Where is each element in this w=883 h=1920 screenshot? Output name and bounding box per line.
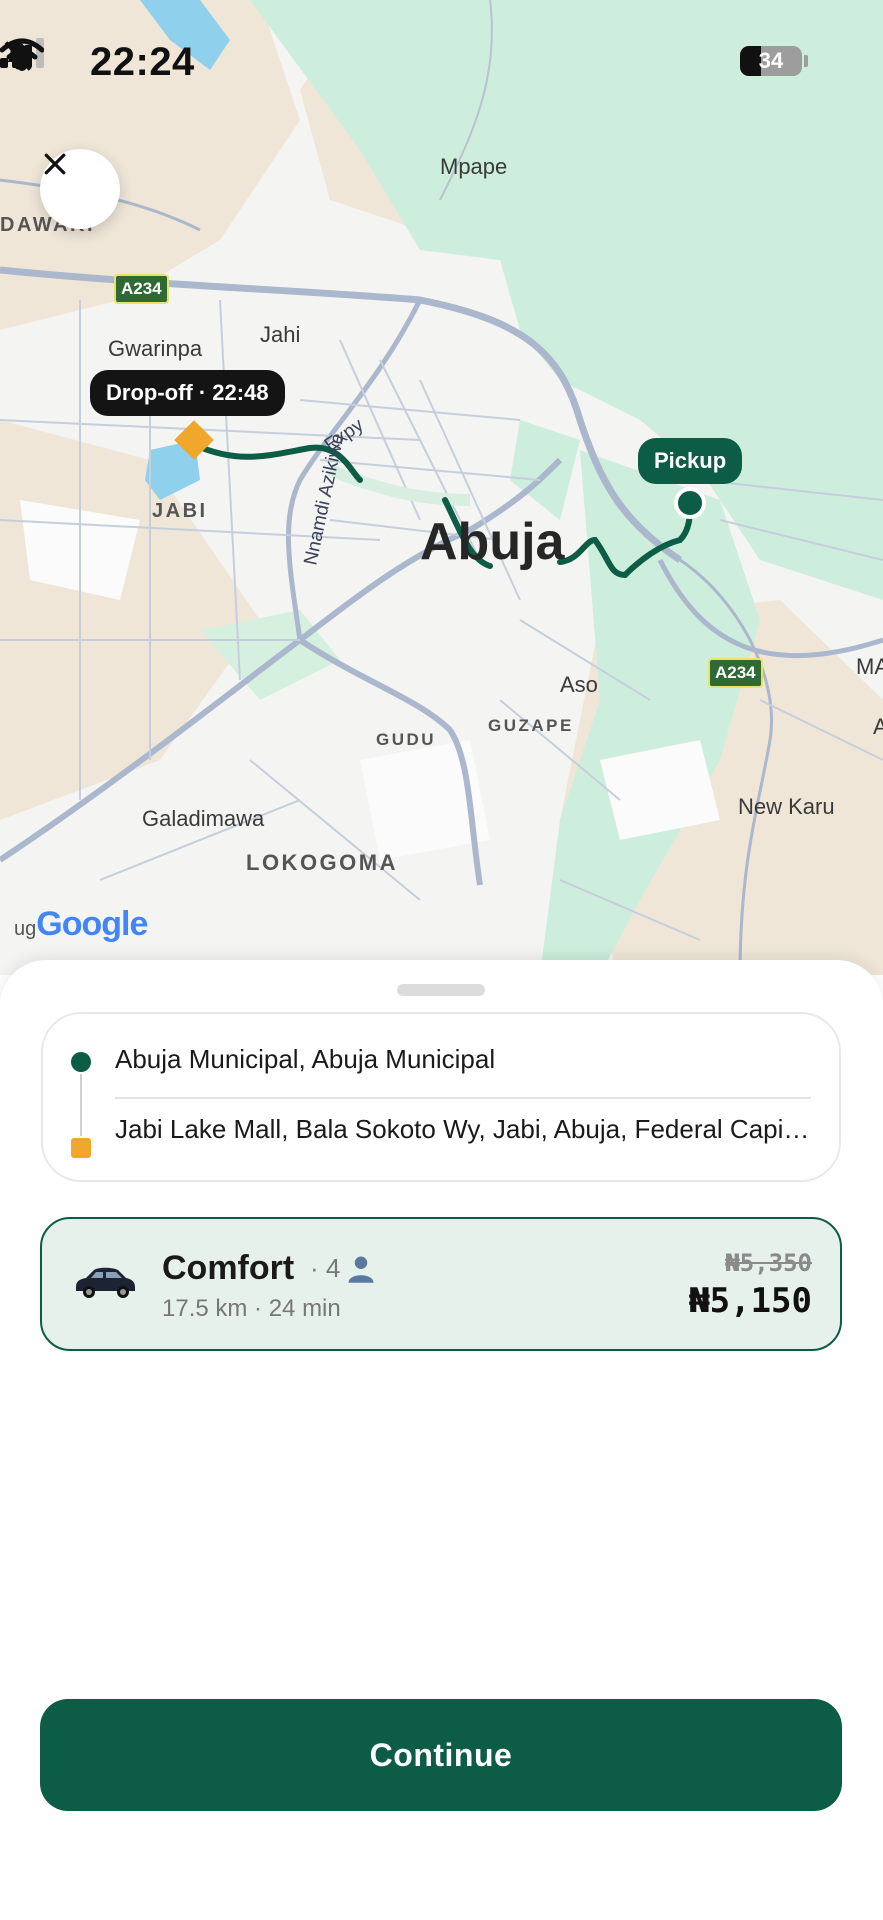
close-button[interactable]: [40, 149, 120, 229]
map-view[interactable]: Nnamdi Azikiwe Expy Mpape DAWAKI Gwarinp…: [0, 0, 883, 975]
map-canvas: Nnamdi Azikiwe Expy: [0, 0, 883, 975]
place-label: JABI: [152, 500, 208, 522]
ride-name: Comfort: [162, 1249, 295, 1287]
route-connector: [80, 1074, 82, 1136]
place-label: New Karu: [738, 794, 835, 819]
pickup-address[interactable]: Abuja Municipal, Abuja Municipal: [115, 1044, 811, 1075]
route-divider: [115, 1097, 811, 1099]
place-label: Mpape: [440, 154, 508, 179]
sheet-drag-handle[interactable]: [397, 984, 485, 996]
place-label: GUDU: [376, 730, 437, 749]
road-badge: A234: [708, 658, 763, 688]
car-icon: [76, 1267, 135, 1298]
close-icon: [44, 153, 66, 175]
road-badge: A234: [114, 274, 169, 304]
dropoff-square-icon: [71, 1138, 91, 1158]
pickup-marker: [674, 487, 706, 519]
pickup-dot-icon: [71, 1052, 91, 1072]
pickup-tag: Pickup: [638, 438, 743, 484]
route-summary-card[interactable]: Abuja Municipal, Abuja Municipal Jabi La…: [41, 1012, 841, 1182]
place-label: Jahi: [260, 322, 301, 347]
place-label: Aso: [560, 672, 598, 697]
google-logo: Google: [36, 905, 148, 943]
ride-capacity: · 4: [310, 1253, 376, 1284]
continue-button[interactable]: Continue: [40, 1699, 842, 1811]
battery-level: 34: [758, 48, 784, 73]
place-label: Galadimawa: [142, 806, 265, 831]
place-label: GUZAPE: [488, 716, 574, 735]
google-attribution: ugGoogle: [14, 905, 148, 943]
city-label: Abuja: [420, 513, 565, 571]
ride-option-comfort[interactable]: Comfort · 4 17.5 km · 24 min ₦5,350 ₦5,1…: [40, 1217, 842, 1351]
dropoff-address[interactable]: Jabi Lake Mall, Bala Sokoto Wy, Jabi, Ab…: [115, 1114, 811, 1145]
status-time: 22:24: [90, 40, 195, 84]
place-label: LOKOGOMA: [246, 850, 398, 875]
bottom-sheet: Abuja Municipal, Abuja Municipal Jabi La…: [0, 960, 883, 1920]
person-icon: [348, 1256, 374, 1283]
place-label: A: [873, 714, 883, 739]
ride-price: ₦5,150: [689, 1281, 812, 1321]
status-bar: 22:24 34: [0, 38, 883, 90]
original-price: ₦5,350: [725, 1249, 812, 1277]
ride-distance-time: 17.5 km · 24 min: [162, 1295, 341, 1322]
battery-icon: 34: [740, 46, 808, 76]
place-label: MA: [856, 654, 883, 679]
road-name-label: Nnamdi Azikiwe: [300, 431, 348, 567]
wifi-icon: [0, 38, 44, 71]
dropoff-time-tag: Drop-off · 22:48: [90, 370, 285, 416]
place-label: Gwarinpa: [108, 336, 203, 361]
